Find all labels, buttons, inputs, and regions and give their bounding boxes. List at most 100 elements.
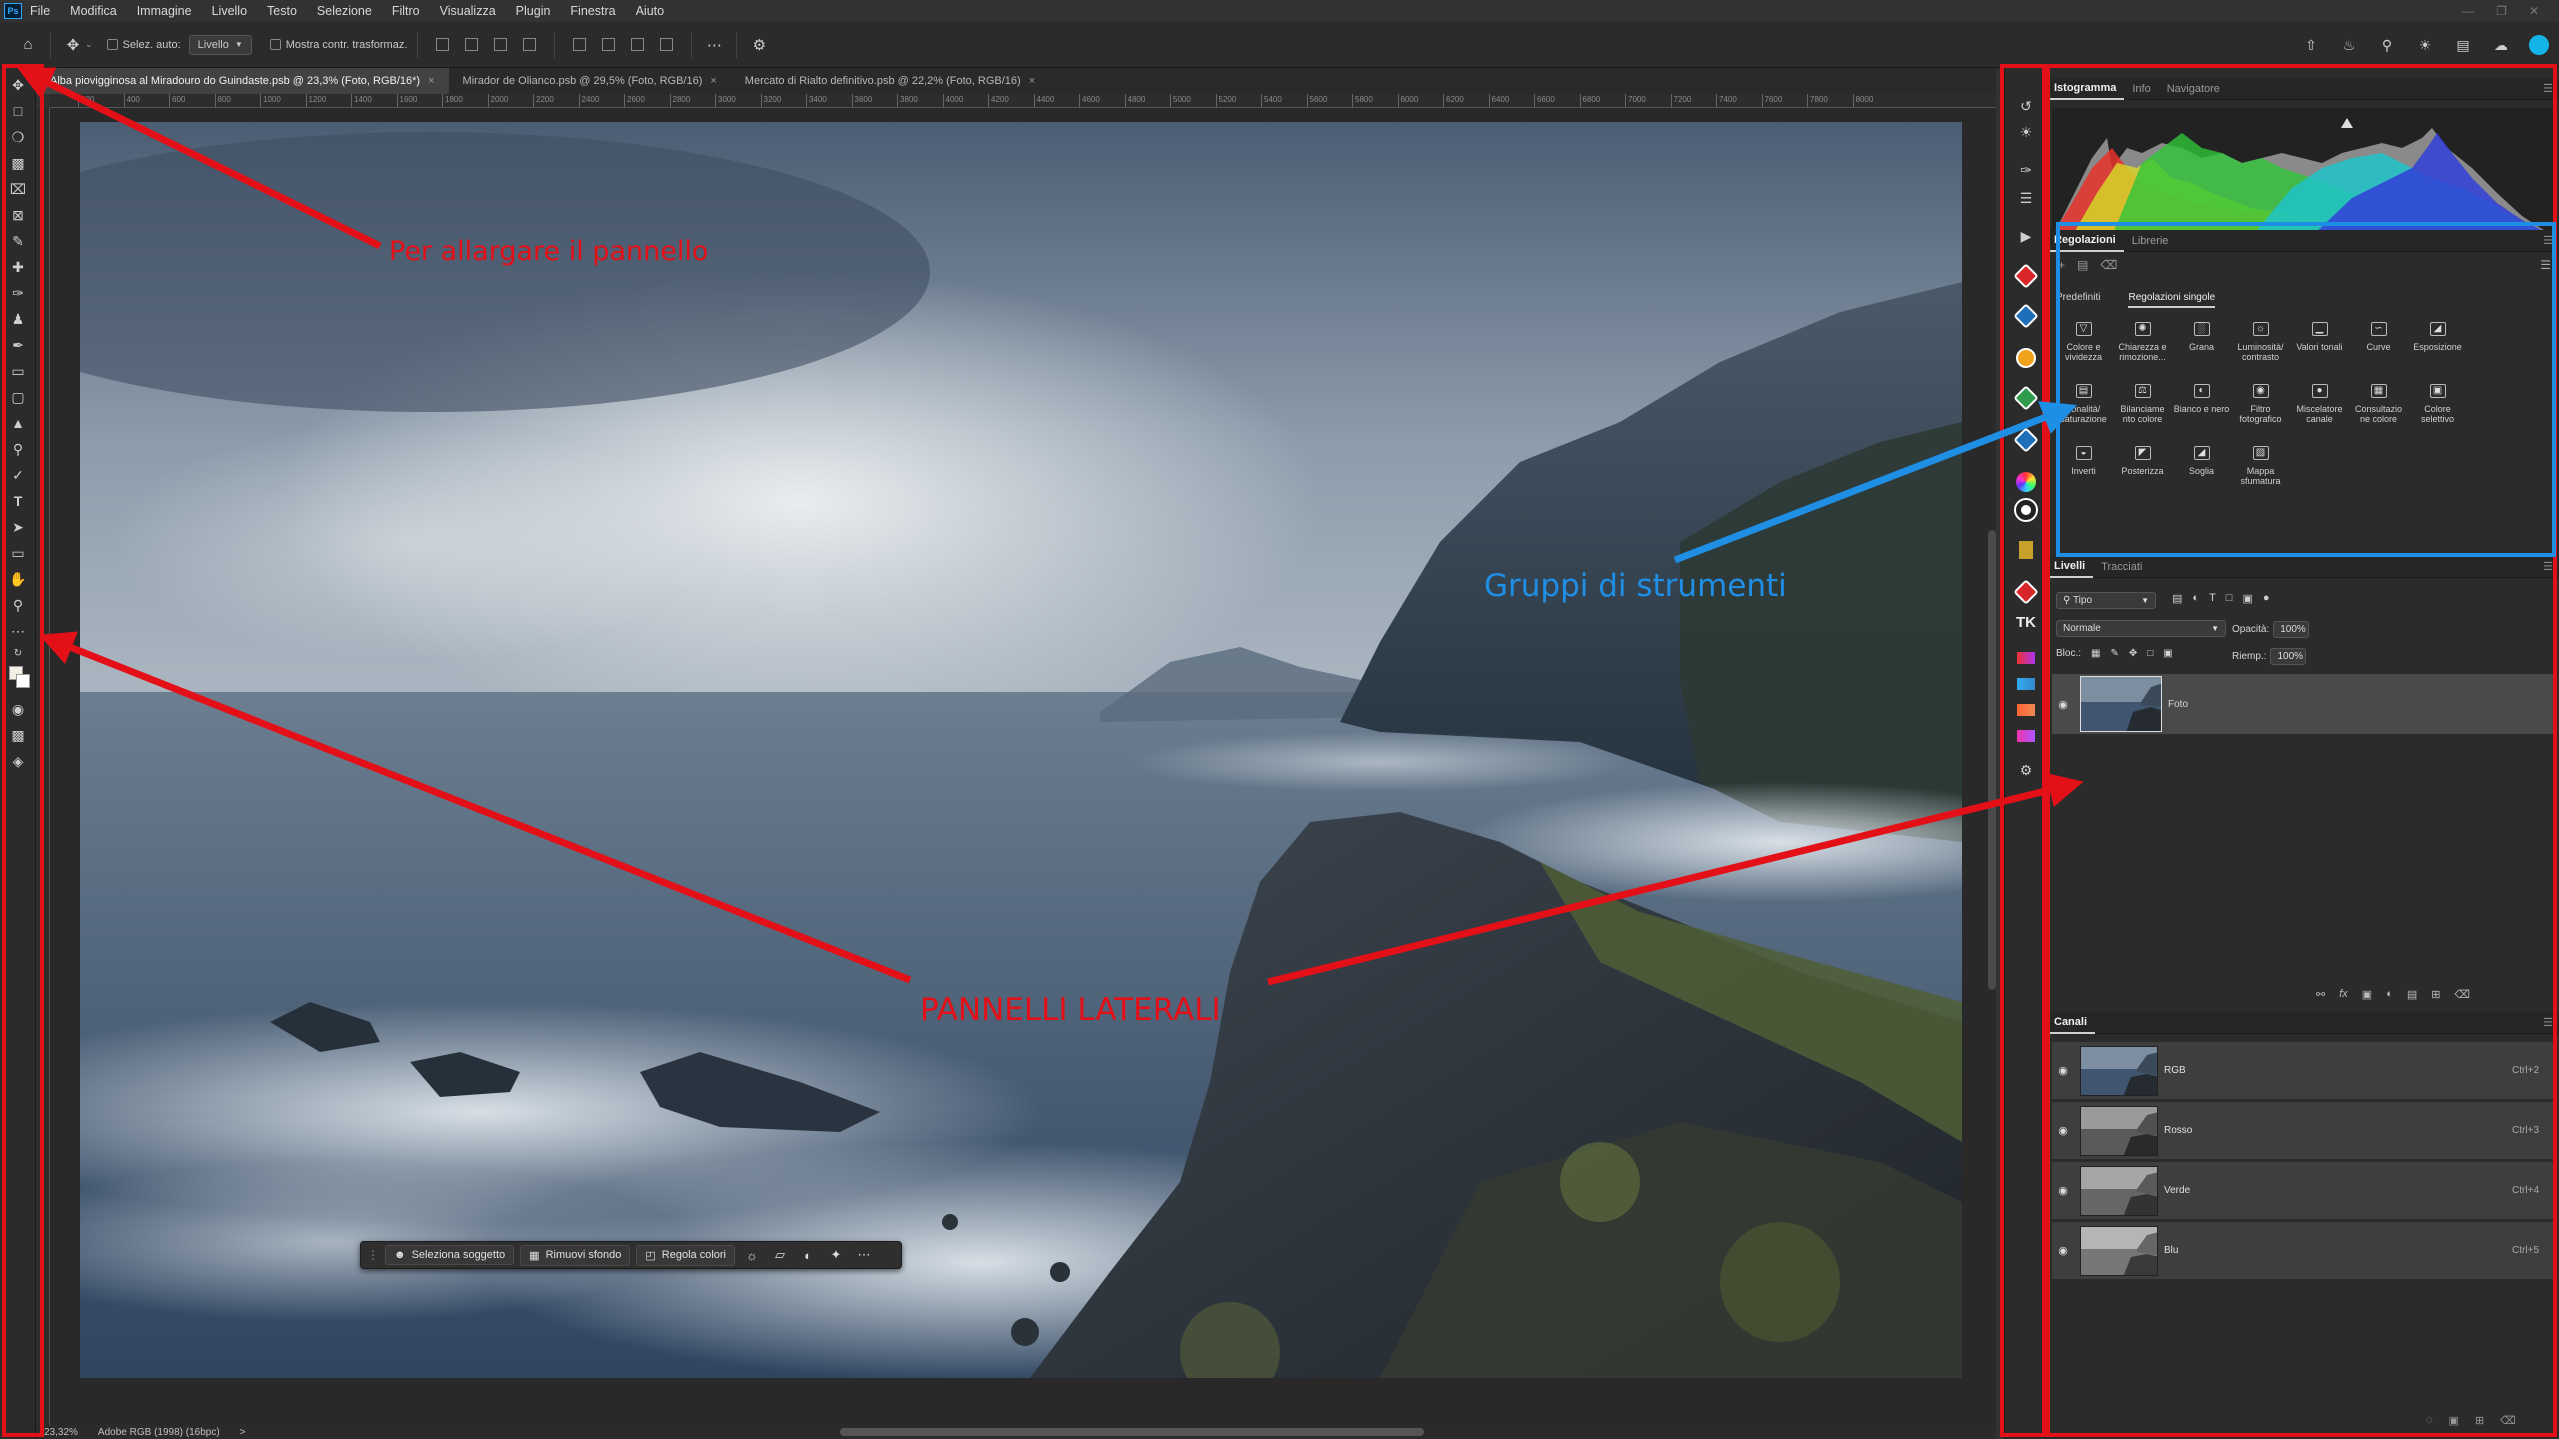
vertical-scrollbar[interactable]: [1988, 530, 1996, 990]
plugin-gradient-icon[interactable]: [2005, 646, 2047, 670]
bell-icon[interactable]: ♨: [2337, 33, 2361, 57]
drag-handle-icon[interactable]: ⋮: [367, 1248, 379, 1262]
eye-icon[interactable]: ◉: [2052, 1244, 2074, 1257]
plugin-colorwheel-icon[interactable]: [2005, 470, 2047, 494]
more-options-icon[interactable]: ⋯: [853, 1247, 875, 1263]
load-selection-icon[interactable]: ◌: [2426, 1414, 2433, 1427]
adj-posterize[interactable]: ◤ Posterizza: [2113, 446, 2172, 486]
adj-hue-saturation[interactable]: ▤ Tonalità/ saturazione: [2054, 384, 2113, 424]
select-subject-button[interactable]: ☻ Seleziona soggetto: [385, 1245, 515, 1265]
photoshop-logo-icon[interactable]: Ps: [4, 3, 22, 19]
align-top-icon[interactable]: [573, 38, 587, 51]
lasso-tool-icon[interactable]: ❍: [0, 124, 36, 150]
menu-plugin[interactable]: Plugin: [516, 4, 551, 18]
mask-icon[interactable]: ▣: [2362, 988, 2372, 1001]
new-layer-icon[interactable]: ⊞: [2431, 988, 2440, 1001]
eye-icon[interactable]: ◉: [2052, 1184, 2074, 1197]
eye-icon[interactable]: ◉: [2052, 698, 2074, 711]
object-select-tool-icon[interactable]: ▩: [0, 150, 36, 176]
align-left-icon[interactable]: [436, 38, 450, 51]
stamp-tool-icon[interactable]: ♟: [0, 306, 36, 332]
show-transform-checkbox[interactable]: Mostra contr. trasformaz.: [269, 39, 407, 51]
dodge-tool-icon[interactable]: ⚲: [0, 436, 36, 462]
more-tools-icon[interactable]: ⋯: [0, 618, 36, 644]
zoom-level[interactable]: 23,32%: [44, 1427, 78, 1438]
cloud-icon[interactable]: ☁: [2489, 33, 2513, 57]
tab-channels[interactable]: Canali: [2046, 1012, 2096, 1034]
chevron-down-icon[interactable]: ⌄: [85, 39, 93, 50]
tab-info[interactable]: Info: [2124, 78, 2158, 100]
crop-tool-icon[interactable]: ⌧: [0, 176, 36, 202]
tab-document-2[interactable]: Mirador de Olianco.psb @ 29,5% (Foto, RG…: [449, 68, 731, 94]
plugin-green-icon[interactable]: [2005, 385, 2047, 411]
lock-pixels-icon[interactable]: ▦: [2091, 648, 2100, 659]
tab-document-3[interactable]: Mercato di Rialto definitivo.psb @ 22,2%…: [731, 68, 1049, 94]
restore-icon[interactable]: ❐: [2496, 4, 2507, 18]
zoom-tool-icon[interactable]: ⚲: [0, 592, 36, 618]
screen-mode-icon[interactable]: ▩: [0, 722, 36, 748]
lock-position-icon[interactable]: ✥: [2129, 648, 2137, 659]
menu-finestra[interactable]: Finestra: [570, 4, 615, 18]
tab-adjustments[interactable]: Regolazioni: [2046, 230, 2124, 252]
filter-type-icon[interactable]: T: [2209, 592, 2216, 605]
distribute-vertical-icon[interactable]: [660, 38, 674, 51]
color-swatches[interactable]: [0, 662, 36, 696]
lock-brush-icon[interactable]: ✎: [2110, 648, 2118, 659]
menu-modifica[interactable]: Modifica: [70, 4, 117, 18]
fill-input[interactable]: 100%: [2270, 648, 2307, 665]
align-hcenter-icon[interactable]: [465, 38, 479, 51]
adj-threshold[interactable]: ◢ Soglia: [2172, 446, 2231, 486]
gradient-tool-icon[interactable]: ▢: [0, 384, 36, 410]
panel-menu-icon[interactable]: ☰: [2543, 560, 2553, 573]
channel-row-blue[interactable]: ◉ Blu Ctrl+5: [2052, 1222, 2553, 1280]
remove-background-button[interactable]: ▦ Rimuovi sfondo: [520, 1244, 631, 1266]
adj-selective-color[interactable]: ▣ Colore selettivo: [2408, 384, 2467, 424]
adj-exposure[interactable]: ◢ Esposizione: [2408, 322, 2467, 362]
fx-icon[interactable]: fx: [2339, 988, 2348, 1001]
lightbulb-icon[interactable]: ☀: [2413, 33, 2437, 57]
marquee-tool-icon[interactable]: □: [0, 98, 36, 124]
properties-icon[interactable]: ☰: [2005, 186, 2047, 210]
status-menu-arrow[interactable]: >: [240, 1427, 246, 1438]
folder-icon[interactable]: ▤: [2077, 258, 2088, 272]
plugin-red-2-icon[interactable]: [2005, 579, 2047, 605]
filter-adjustment-icon[interactable]: ◐: [2192, 592, 2199, 605]
plugin-levels-icon[interactable]: [2005, 538, 2047, 562]
move-tool-icon[interactable]: ✥: [0, 72, 36, 98]
menu-testo[interactable]: Testo: [267, 4, 297, 18]
brush-settings-icon[interactable]: ✑: [2005, 158, 2047, 182]
actions-icon[interactable]: ▶: [2005, 224, 2047, 248]
adj-photo-filter[interactable]: ◉ Filtro fotografico: [2231, 384, 2290, 424]
layer-name[interactable]: Foto: [2168, 699, 2188, 710]
adj-vibrance[interactable]: ▽ Colore e vividezza: [2054, 322, 2113, 362]
layer-row[interactable]: ◉ Foto: [2052, 674, 2553, 734]
panel-menu-icon[interactable]: ☰: [2543, 234, 2553, 247]
eraser-tool-icon[interactable]: ▭: [0, 358, 36, 384]
menu-selezione[interactable]: Selezione: [317, 4, 372, 18]
align-bottom-icon[interactable]: [631, 38, 645, 51]
adj-grain[interactable]: ░ Grana: [2172, 322, 2231, 362]
menu-visualizza[interactable]: Visualizza: [440, 4, 496, 18]
plugin-yellow-icon[interactable]: [2005, 346, 2047, 370]
subtab-presets[interactable]: Predefiniti: [2056, 292, 2100, 308]
adj-invert[interactable]: ◒ Inverti: [2054, 446, 2113, 486]
blur-tool-icon[interactable]: ▲: [0, 410, 36, 436]
layer-filter-dropdown[interactable]: ⚲ Tipo ▼: [2056, 592, 2156, 609]
channel-row-green[interactable]: ◉ Verde Ctrl+4: [2052, 1162, 2553, 1220]
menu-file[interactable]: File: [30, 4, 50, 18]
ruler-horizontal[interactable]: 200 400 600 800 1000 1200 1400 1600 1800 2000 2200…: [50, 94, 1996, 108]
trash-icon[interactable]: ⌫: [2500, 1414, 2516, 1427]
hand-tool-icon[interactable]: ✋: [0, 566, 36, 592]
filter-toggle-icon[interactable]: ●: [2263, 592, 2270, 605]
gear-icon[interactable]: ⚙: [747, 33, 771, 57]
half-circle-icon[interactable]: ◐: [797, 1248, 819, 1263]
plugin-red-icon[interactable]: [2005, 263, 2047, 289]
menu-filtro[interactable]: Filtro: [392, 4, 420, 18]
move-tool-icon[interactable]: ✥: [61, 33, 85, 57]
healing-tool-icon[interactable]: ✚: [0, 254, 36, 280]
minimize-icon[interactable]: —: [2462, 4, 2474, 18]
auto-select-dropdown[interactable]: Livello ▼: [188, 34, 252, 55]
adjust-colors-button[interactable]: ◰ Regola colori: [636, 1244, 735, 1266]
tab-layers[interactable]: Livelli: [2046, 556, 2094, 578]
menu-immagine[interactable]: Immagine: [137, 4, 192, 18]
